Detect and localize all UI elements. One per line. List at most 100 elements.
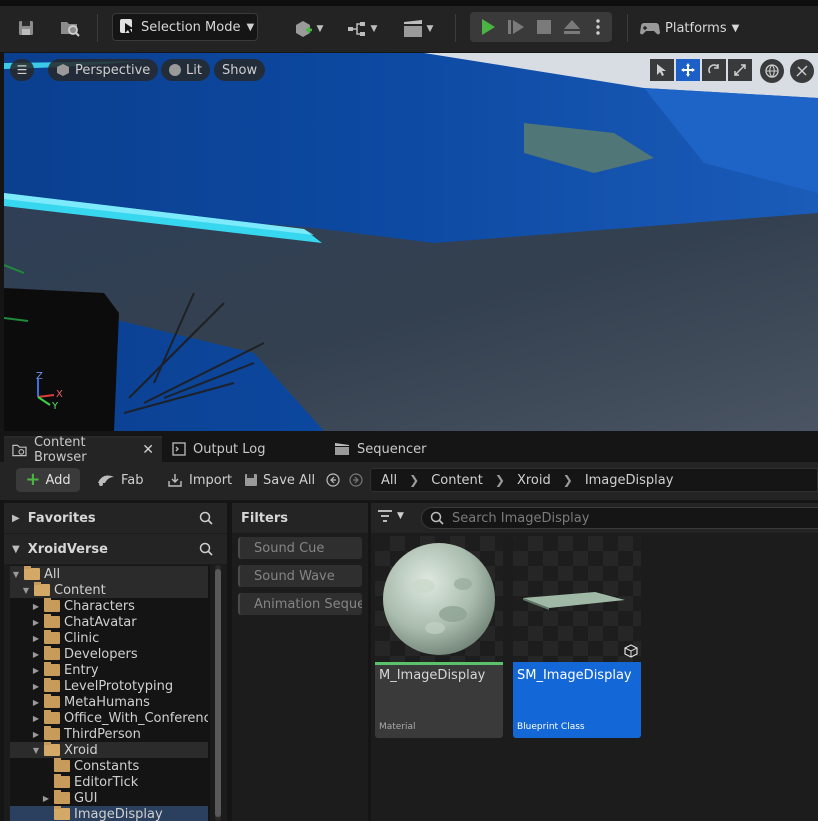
chevron-down-icon: ▼ — [12, 569, 20, 579]
chevron-right-icon: ❯ — [494, 473, 505, 487]
filter-sound-cue[interactable]: Sound Cue — [238, 537, 362, 559]
filter-animation-sequence[interactable]: Animation Sequence — [238, 593, 362, 615]
step-forward-icon[interactable] — [504, 15, 528, 39]
asset-type: Blueprint Class — [517, 722, 585, 732]
level-viewport[interactable]: ☰ Perspective Lit Show Z X Y — [4, 53, 818, 431]
play-icon[interactable] — [476, 15, 500, 39]
tree-item-xroid[interactable]: ▼ Xroid — [10, 742, 208, 758]
tree-item-clinic[interactable]: ▶ Clinic — [10, 630, 208, 646]
scrollbar-thumb[interactable] — [215, 569, 221, 817]
toolbar-divider — [97, 14, 98, 42]
tree-item-gui[interactable]: ▶ GUI — [10, 790, 208, 806]
show-button[interactable]: Show — [214, 59, 266, 81]
breadcrumb-item[interactable]: All — [381, 473, 397, 488]
asset-tile-material[interactable]: M_ImageDisplay Material — [375, 536, 503, 738]
breadcrumb-item[interactable]: Xroid — [517, 473, 551, 488]
save-icon[interactable] — [14, 16, 38, 40]
close-icon[interactable]: ✕ — [142, 442, 154, 458]
chevron-right-icon: ▶ — [32, 649, 40, 659]
folder-icon — [44, 742, 60, 756]
platforms-button[interactable]: Platforms ▼ — [640, 14, 739, 42]
chevron-right-icon: ▶ — [32, 713, 40, 723]
project-header[interactable]: ▼ XroidVerse — [4, 534, 227, 564]
tree-item-chatavatar[interactable]: ▶ ChatAvatar — [10, 614, 208, 630]
surface-snapping-icon[interactable] — [790, 59, 814, 83]
move-tool-icon[interactable] — [676, 59, 700, 81]
folder-icon — [44, 598, 60, 612]
tree-item-content[interactable]: ▼ Content — [10, 582, 208, 598]
rotate-tool-icon[interactable] — [702, 59, 726, 81]
asset-search-input[interactable]: Search ImageDisplay — [421, 507, 818, 529]
select-tool-icon[interactable] — [650, 59, 674, 81]
filters-panel: Filters Sound Cue Sound Wave Animation S… — [232, 503, 368, 821]
gamepad-icon — [640, 23, 660, 35]
content-browser-toolbar: + Add Fab Import Save All All ❯ Content … — [0, 462, 818, 500]
tab-sequencer[interactable]: Sequencer — [326, 436, 434, 462]
filter-dropdown[interactable]: ▼ — [377, 509, 404, 523]
save-all-label: Save All — [263, 472, 316, 488]
breadcrumb-item[interactable]: Content — [431, 473, 483, 488]
scale-tool-icon[interactable] — [728, 59, 752, 81]
sequencer-icon — [335, 443, 349, 455]
history-forward-icon[interactable] — [349, 468, 363, 492]
browse-content-icon[interactable] — [56, 16, 84, 40]
tree-item-label: ImageDisplay — [74, 806, 163, 821]
material-sphere-icon — [383, 543, 495, 655]
save-all-button[interactable]: Save All — [244, 468, 315, 492]
tree-item-thirdperson[interactable]: ▶ ThirdPerson — [10, 726, 208, 742]
perspective-button[interactable]: Perspective — [48, 59, 159, 81]
tree-item-all[interactable]: ▼ All — [10, 566, 208, 582]
tree-item-label: ThirdPerson — [64, 726, 141, 742]
tree-item-office[interactable]: ▶ Office_With_Conference_ — [10, 710, 208, 726]
asset-view-header: ▼ Search ImageDisplay — [371, 503, 818, 533]
chevron-right-icon: ❯ — [409, 473, 420, 487]
folder-icon — [44, 614, 60, 628]
lit-button[interactable]: Lit — [161, 59, 210, 81]
chevron-right-icon: ▶ — [42, 793, 50, 803]
add-actor-icon[interactable]: ▼ — [288, 16, 328, 42]
folder-icon — [54, 758, 70, 772]
sources-panel: ▶ Favorites ▼ XroidVerse ▼ All ▼ Content… — [4, 503, 227, 821]
search-icon[interactable] — [199, 511, 213, 525]
tree-item-entry[interactable]: ▶ Entry — [10, 662, 208, 678]
viewport-menu-button[interactable]: ☰ — [10, 59, 34, 81]
stop-icon[interactable] — [532, 15, 556, 39]
folder-icon — [44, 694, 60, 708]
tab-output-log[interactable]: Output Log — [164, 436, 274, 462]
more-options-icon[interactable] — [590, 15, 606, 39]
tree-item-imagedisplay[interactable]: ImageDisplay — [10, 806, 208, 821]
plus-icon: + — [25, 469, 41, 490]
tree-item-constants[interactable]: Constants — [10, 758, 208, 774]
add-button[interactable]: + Add — [16, 468, 80, 492]
tree-item-label: Xroid — [64, 742, 98, 758]
history-back-icon[interactable] — [326, 468, 340, 492]
lit-label: Lit — [186, 62, 202, 78]
platforms-label: Platforms — [665, 20, 727, 36]
import-button[interactable]: Import — [168, 468, 232, 492]
tree-item-levelprototyping[interactable]: ▶ LevelPrototyping — [10, 678, 208, 694]
chevron-right-icon: ▶ — [32, 665, 40, 675]
selection-mode-dropdown[interactable]: Selection Mode ▼ — [112, 13, 258, 41]
output-log-icon — [172, 442, 186, 456]
search-icon[interactable] — [199, 542, 213, 556]
folder-icon — [44, 710, 60, 724]
favorites-header[interactable]: ▶ Favorites — [4, 503, 227, 533]
blueprint-icon[interactable]: ▼ — [342, 16, 382, 42]
tree-item-characters[interactable]: ▶ Characters — [10, 598, 208, 614]
world-space-icon[interactable] — [760, 59, 784, 83]
breadcrumb-item[interactable]: ImageDisplay — [585, 473, 674, 488]
asset-tile-blueprint[interactable]: SM_ImageDisplay Blueprint Class — [513, 536, 641, 738]
filter-sound-wave[interactable]: Sound Wave — [238, 565, 362, 587]
chevron-right-icon: ▶ — [32, 617, 40, 627]
folder-icon — [24, 566, 40, 580]
cinematics-icon[interactable]: ▼ — [398, 16, 438, 42]
tree-item-editortick[interactable]: EditorTick — [10, 774, 208, 790]
tab-content-browser[interactable]: Content Browser ✕ — [4, 435, 162, 465]
tree-scrollbar[interactable] — [215, 565, 221, 821]
eject-icon[interactable] — [560, 15, 584, 39]
tree-item-metahumans[interactable]: ▶ MetaHumans — [10, 694, 208, 710]
tree-item-developers[interactable]: ▶ Developers — [10, 646, 208, 662]
chevron-down-icon: ▼ — [397, 511, 404, 521]
fab-button[interactable]: Fab — [96, 468, 144, 492]
asset-thumbnail — [513, 536, 641, 662]
